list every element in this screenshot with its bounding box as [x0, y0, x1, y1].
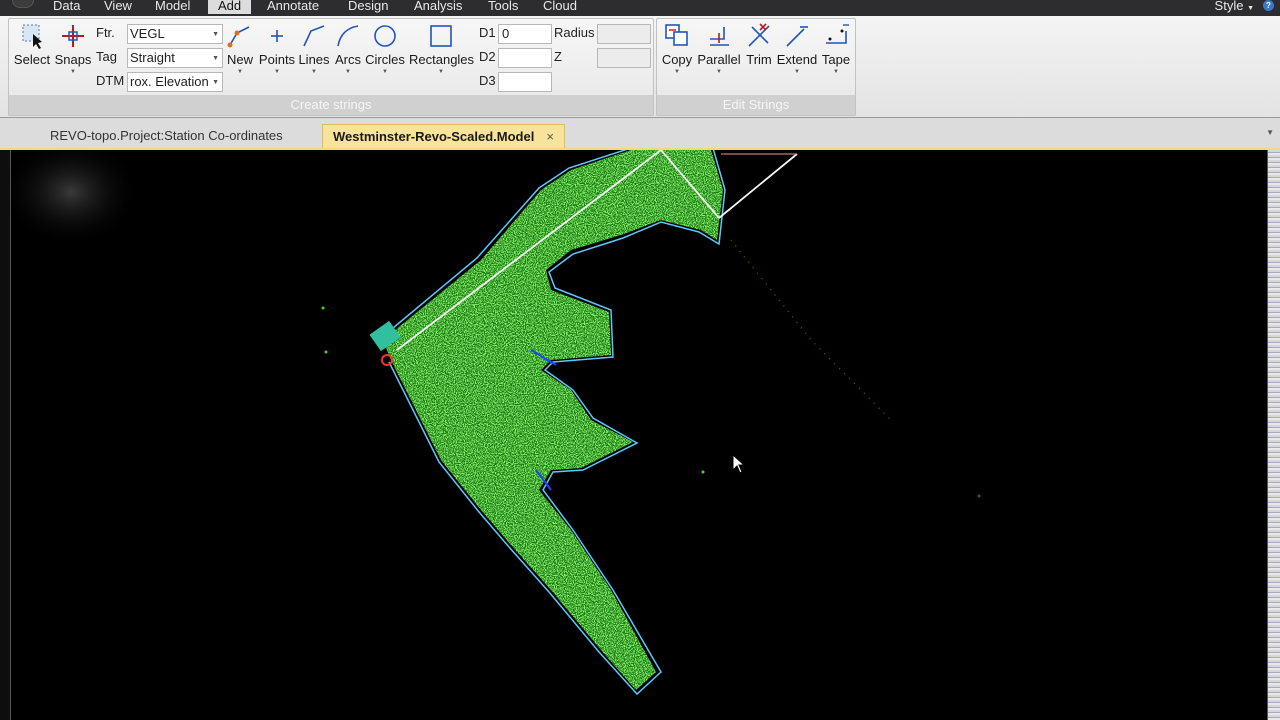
- mouse-cursor-icon: [732, 454, 746, 474]
- reference-line: [718, 153, 798, 219]
- edit-strings-group-label: Edit Strings: [657, 95, 855, 115]
- circles-button[interactable]: Circles ▼: [365, 21, 405, 75]
- rectangles-label: Rectangles: [409, 52, 475, 67]
- help-icon[interactable]: ?: [1263, 0, 1274, 11]
- station-target-icon: [381, 354, 393, 366]
- copy-icon: [665, 24, 688, 46]
- points-label: Points: [258, 52, 296, 67]
- close-icon[interactable]: ×: [546, 129, 554, 144]
- z-input[interactable]: [597, 48, 651, 68]
- model-viewport[interactable]: [10, 150, 1268, 720]
- dtm-combo[interactable]: rox. Elevation ▼: [127, 72, 223, 92]
- new-string-icon: [227, 26, 250, 48]
- copy-label: Copy: [661, 52, 693, 67]
- tab-label: REVO-topo.Project:Station Co-ordinates: [50, 128, 283, 143]
- lines-icon: [303, 25, 325, 47]
- d3-input[interactable]: [498, 72, 552, 92]
- tape-button[interactable]: Tape ▼: [819, 21, 853, 75]
- lines-button[interactable]: Lines ▼: [297, 21, 331, 75]
- tag-combo[interactable]: Straight ▼: [127, 48, 223, 68]
- parallel-label: Parallel: [697, 52, 741, 67]
- copy-button[interactable]: Copy ▼: [660, 21, 694, 75]
- menu-annotate[interactable]: Annotate: [257, 0, 329, 14]
- tab-westminster-model[interactable]: Westminster-Revo-Scaled.Model ×: [322, 124, 565, 148]
- parallel-button[interactable]: Parallel ▼: [697, 21, 741, 75]
- point-cloud-view[interactable]: [11, 150, 1268, 720]
- menu-tools[interactable]: Tools: [478, 0, 528, 14]
- d1-label: D1: [479, 25, 496, 40]
- ftr-value: VEGL: [130, 26, 165, 41]
- lines-label: Lines: [298, 52, 330, 67]
- select-icon: [22, 24, 42, 49]
- menu-analysis[interactable]: Analysis: [404, 0, 472, 14]
- circles-icon: [374, 25, 396, 47]
- ftr-combo[interactable]: VEGL ▼: [127, 24, 223, 44]
- points-button[interactable]: Points ▼: [257, 21, 297, 75]
- menu-data[interactable]: Data: [43, 0, 90, 14]
- select-label: Select: [13, 52, 51, 67]
- menu-model[interactable]: Model: [145, 0, 200, 14]
- extend-icon: [786, 26, 808, 47]
- faint-points: [730, 239, 892, 421]
- edit-strings-group: Copy ▼ Parallel ▼ Trim Extend ▼ Tape ▼ E…: [656, 18, 856, 116]
- rectangles-button[interactable]: Rectangles ▼: [409, 21, 475, 75]
- z-label: Z: [554, 49, 562, 64]
- chevron-down-icon: ▼: [212, 55, 219, 62]
- tabs-dropdown-chevron-icon[interactable]: ▼: [1266, 128, 1274, 137]
- menu-design[interactable]: Design: [338, 0, 398, 14]
- tape-icon: [826, 24, 849, 44]
- tab-station-coordinates[interactable]: REVO-topo.Project:Station Co-ordinates: [40, 124, 293, 148]
- radius-label: Radius: [554, 25, 595, 40]
- trim-button[interactable]: Trim: [743, 21, 775, 69]
- left-panel-edge: [0, 150, 10, 720]
- style-menu[interactable]: Style ▼: [1215, 0, 1254, 17]
- create-strings-group: Select Snaps ▼ Ftr. VEGL ▼ Tag Straight ▼ …: [8, 18, 654, 116]
- document-tabs: REVO-topo.Project:Station Co-ordinates W…: [0, 118, 1280, 150]
- extend-label: Extend: [776, 52, 818, 67]
- arcs-label: Arcs: [335, 52, 361, 67]
- create-strings-group-label: Create strings: [9, 95, 653, 115]
- parallel-icon: [710, 27, 729, 46]
- right-edge-scrollbar[interactable]: [1268, 150, 1280, 720]
- tab-label: Westminster-Revo-Scaled.Model: [333, 129, 535, 144]
- circles-label: Circles: [365, 52, 405, 67]
- snaps-button[interactable]: Snaps ▼: [53, 21, 93, 75]
- menu-bar: Data View Model Add Annotate Design Anal…: [0, 0, 1280, 16]
- menu-add[interactable]: Add: [208, 0, 252, 14]
- new-label: New: [226, 52, 253, 67]
- ghost-object: [11, 150, 141, 247]
- new-button[interactable]: New ▼: [224, 21, 256, 75]
- dtm-value: rox. Elevation: [130, 74, 209, 89]
- chevron-down-icon: ▼: [212, 79, 219, 86]
- trim-label: Trim: [746, 52, 772, 67]
- menu-view[interactable]: View: [94, 0, 142, 14]
- ribbon: Select Snaps ▼ Ftr. VEGL ▼ Tag Straight ▼ …: [0, 16, 1280, 118]
- arcs-icon: [337, 25, 359, 47]
- tape-label: Tape: [821, 52, 851, 67]
- trim-icon: [748, 23, 770, 47]
- snaps-crosshair-icon: [62, 25, 84, 47]
- d2-input[interactable]: [498, 48, 552, 68]
- tag-label: Tag: [96, 49, 117, 64]
- menu-cloud[interactable]: Cloud: [533, 0, 587, 14]
- rectangles-icon: [430, 25, 452, 47]
- points-icon: [271, 30, 283, 42]
- dtm-label: DTM: [96, 73, 125, 88]
- d3-label: D3: [479, 73, 496, 88]
- extend-button[interactable]: Extend ▼: [775, 21, 819, 75]
- radius-input[interactable]: [597, 24, 651, 44]
- chevron-down-icon: ▼: [212, 31, 219, 38]
- d1-input[interactable]: 0: [498, 24, 552, 44]
- select-button[interactable]: Select: [13, 21, 51, 69]
- tag-value: Straight: [130, 50, 175, 65]
- arcs-button[interactable]: Arcs ▼: [333, 21, 363, 75]
- d2-label: D2: [479, 49, 496, 64]
- style-label: Style: [1214, 0, 1244, 13]
- app-logo-icon[interactable]: [12, 0, 34, 8]
- snaps-label: Snaps: [54, 52, 92, 67]
- ftr-label: Ftr.: [96, 25, 115, 40]
